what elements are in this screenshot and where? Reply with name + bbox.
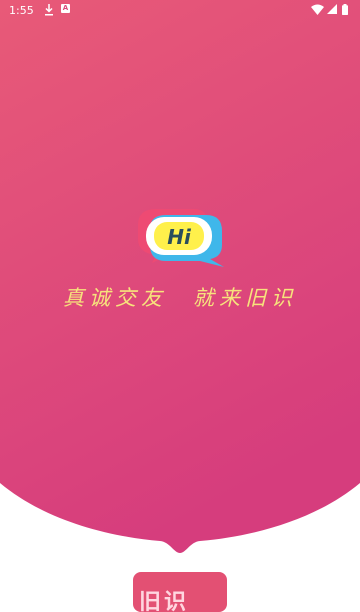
cell-signal-icon (327, 4, 337, 14)
bottom-brand-card: 旧识 (133, 572, 227, 612)
status-bar: 1:55 A (0, 0, 360, 20)
status-time: 1:55 (9, 4, 34, 17)
a-icon: A (61, 4, 70, 13)
wifi-icon (311, 4, 324, 15)
slogan-left: 真诚交友 (63, 286, 167, 310)
hi-badge: Hi (154, 222, 204, 250)
battery-icon (342, 4, 348, 15)
download-icon (45, 4, 53, 16)
slogan: 真诚交友 就来旧识 (0, 282, 360, 312)
bottom-brand-text: 旧识 (139, 590, 190, 612)
splash-background (0, 0, 360, 553)
app-logo: Hi (138, 209, 224, 267)
slogan-right: 就来旧识 (193, 286, 297, 310)
logo-text: Hi (167, 225, 192, 249)
